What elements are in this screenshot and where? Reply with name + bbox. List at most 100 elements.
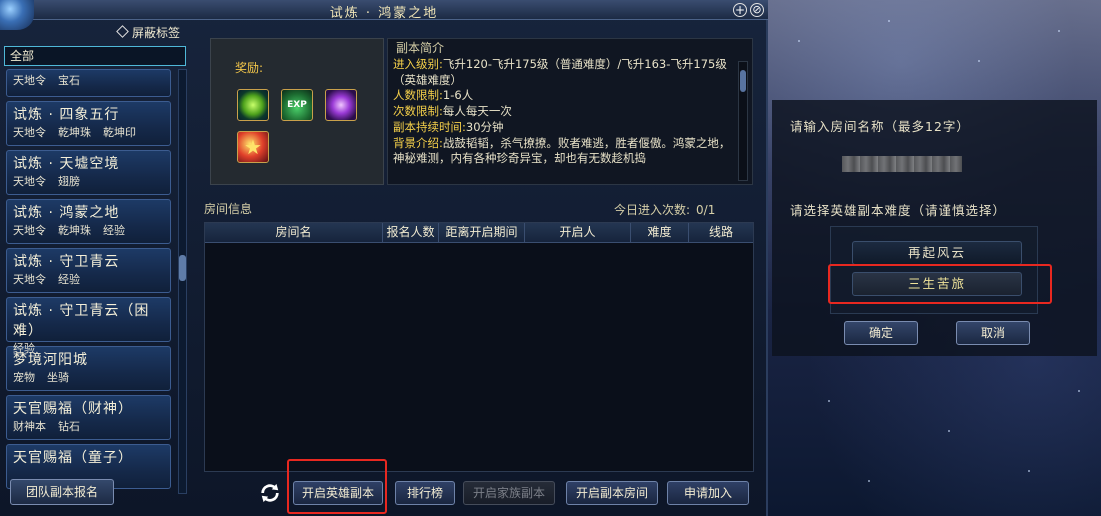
purple-orb-icon[interactable] xyxy=(325,89,357,121)
green-orb-icon[interactable] xyxy=(237,89,269,121)
intro-line: 进入级别:飞升120-飞升175级（普通难度）/飞升163-飞升175级（英雄难… xyxy=(393,57,733,88)
dungeon-name: 天官赐福（童子） xyxy=(13,450,133,466)
room-name-input[interactable] xyxy=(842,152,1027,176)
dungeon-name: 梦境河阳城 xyxy=(13,352,88,368)
rooms-table: 房间名 报名人数 距离开启期间 开启人 难度 线路 xyxy=(204,222,754,472)
dungeon-tag: 宠物 xyxy=(13,371,35,384)
intro-body: 进入级别:飞升120-飞升175级（普通难度）/飞升163-飞升175级（英雄难… xyxy=(393,57,733,185)
intro-line: 背景介绍:战鼓韬韬，杀气撩撩。败者难逃，胜者偃傲。鸿蒙之地，神秘难测，内有各种珍… xyxy=(393,136,733,167)
exp-icon[interactable]: EXP xyxy=(281,89,313,121)
open-dungeon-room-button[interactable]: 开启副本房间 xyxy=(566,481,658,505)
dungeon-intro-panel: 副本简介 进入级别:飞升120-飞升175级（普通难度）/飞升163-飞升175… xyxy=(387,38,753,185)
team-signup-button[interactable]: 团队副本报名 xyxy=(10,479,114,505)
dungeon-item-caishen[interactable]: 天官赐福（财神） 财神本 钻石 xyxy=(6,395,171,440)
dungeon-tag: 天地令 xyxy=(13,224,46,237)
intro-text: 每人每天一次 xyxy=(442,104,512,119)
hide-tabs-label: 屏蔽标签 xyxy=(132,26,181,40)
dungeon-window: 试炼 · 鸿蒙之地 + ⊘ 屏蔽标签 全部 天地令 宝石 试炼 · 四象五行 天地… xyxy=(0,0,768,516)
dungeon-tag: 天地令 xyxy=(13,175,46,188)
dungeon-item[interactable]: 天地令 宝石 xyxy=(6,69,171,97)
window-title: 试炼 · 鸿蒙之地 xyxy=(329,6,439,21)
rewards-panel: 奖励: EXP ★ xyxy=(210,38,384,185)
intro-label: 副本持续时间: xyxy=(393,119,466,134)
intro-text: 战鼓韬韬，杀气撩撩。败者难逃，胜者偃傲。鸿蒙之地，神秘难测，内有各种珍奇异宝，却… xyxy=(393,135,731,166)
intro-label: 人数限制: xyxy=(393,88,443,103)
dungeon-item-heyang[interactable]: 梦境河阳城 宠物 坐骑 xyxy=(6,346,171,391)
intro-line: 次数限制:每人每天一次 xyxy=(393,104,733,120)
entries-value: 0/1 xyxy=(696,203,716,217)
rooms-table-header: 房间名 报名人数 距离开启期间 开启人 难度 线路 xyxy=(205,223,753,243)
column-difficulty[interactable]: 难度 xyxy=(631,223,689,242)
intro-scrollbar[interactable] xyxy=(738,61,748,181)
rooms-heading: 房间信息 xyxy=(204,202,253,216)
difficulty-prompt: 请选择英雄副本难度（请谨慎选择） xyxy=(790,203,1007,218)
refresh-icon[interactable] xyxy=(259,482,281,504)
dungeon-item-shouwei[interactable]: 试炼 · 守卫青云 天地令 经验 xyxy=(6,248,171,293)
intro-label: 次数限制: xyxy=(393,104,443,119)
difficulty-option-zaiqi[interactable]: 再起风云 xyxy=(852,241,1022,265)
apply-join-button[interactable]: 申请加入 xyxy=(667,481,749,505)
create-room-dialog: 请输入房间名称（最多12字） 请选择英雄副本难度（请谨慎选择） 确定 取消 xyxy=(772,100,1097,356)
intro-label: 进入级别: xyxy=(393,57,443,71)
dungeon-tag: 翅膀 xyxy=(58,175,80,188)
dungeon-tag: 乾坤珠 xyxy=(58,126,91,139)
intro-text: 30分钟 xyxy=(465,119,504,134)
dungeon-tag: 经验 xyxy=(58,273,80,286)
difficulty-options-box xyxy=(830,226,1038,314)
plus-icon[interactable]: + xyxy=(733,3,747,17)
entries-label: 今日进入次数: xyxy=(614,203,691,217)
dungeon-tag: 乾坤印 xyxy=(103,126,136,139)
dungeon-list-scrollbar[interactable] xyxy=(178,69,187,494)
intro-label: 背景介绍: xyxy=(393,135,443,150)
dungeon-tag: 乾坤珠 xyxy=(58,224,91,237)
dungeon-tag: 天地令 xyxy=(13,126,46,139)
scrollbar-thumb[interactable] xyxy=(740,70,746,92)
column-room-name[interactable]: 房间名 xyxy=(205,223,383,242)
dungeon-tag: 宝石 xyxy=(58,74,80,87)
dungeon-name: 天官赐福（财神） xyxy=(13,401,133,417)
dungeon-item-sixiang[interactable]: 试炼 · 四象五行 天地令 乾坤珠 乾坤印 xyxy=(6,101,171,146)
dungeon-tag: 天地令 xyxy=(13,273,46,286)
open-family-dungeon-button[interactable]: 开启家族副本 xyxy=(463,481,555,505)
intro-line: 人数限制:1-6人 xyxy=(393,88,733,104)
intro-heading: 副本简介 xyxy=(396,41,445,55)
red-star-icon[interactable]: ★ xyxy=(237,131,269,163)
dungeon-tags: 天地令 宝石 xyxy=(13,73,164,89)
difficulty-option-sansheng[interactable]: 三生苦旅 xyxy=(852,272,1022,296)
dungeon-tags: 财神本 钻石 xyxy=(13,419,164,435)
scrollbar-thumb[interactable] xyxy=(179,255,186,281)
intro-text: 飞升120-飞升175级（普通难度）/飞升163-飞升175级（英雄难度） xyxy=(393,57,727,87)
leaderboard-button[interactable]: 排行榜 xyxy=(395,481,455,505)
intro-line: 副本持续时间:30分钟 xyxy=(393,120,733,136)
dungeon-tag: 经验 xyxy=(103,224,125,237)
dungeon-tags: 天地令 乾坤珠 经验 xyxy=(13,223,164,239)
dungeon-tag: 钻石 xyxy=(58,420,80,433)
dungeon-name: 试炼 · 四象五行 xyxy=(13,107,120,123)
dungeon-tags: 天地令 经验 xyxy=(13,272,164,288)
dungeon-tags: 天地令 乾坤珠 乾坤印 xyxy=(13,125,164,141)
title-bar: 试炼 · 鸿蒙之地 + ⊘ xyxy=(0,0,768,21)
dungeon-name: 试炼 · 鸿蒙之地 xyxy=(13,205,120,221)
column-host[interactable]: 开启人 xyxy=(525,223,631,242)
cancel-button[interactable]: 取消 xyxy=(956,321,1030,345)
rewards-label: 奖励: xyxy=(235,61,264,75)
no-entry-icon[interactable]: ⊘ xyxy=(750,3,764,17)
open-hero-dungeon-button[interactable]: 开启英雄副本 xyxy=(293,481,383,505)
dungeon-name: 试炼 · 守卫青云（困难） xyxy=(13,303,150,339)
column-signups[interactable]: 报名人数 xyxy=(383,223,439,242)
column-time-to-open[interactable]: 距离开启期间 xyxy=(439,223,525,242)
dungeon-item-shouwei-hard[interactable]: 试炼 · 守卫青云（困难） 经验 xyxy=(6,297,171,355)
dungeon-name: 试炼 · 天墟空境 xyxy=(13,156,120,172)
dungeon-item-tianxu[interactable]: 试炼 · 天墟空境 天地令 翅膀 xyxy=(6,150,171,195)
dungeon-tags: 天地令 翅膀 xyxy=(13,174,164,190)
dungeon-tag: 天地令 xyxy=(13,74,46,87)
entries-today: 今日进入次数: 0/1 xyxy=(614,201,715,218)
dungeon-name: 试炼 · 守卫青云 xyxy=(13,254,120,270)
checkbox-diamond-icon[interactable] xyxy=(116,25,129,38)
hide-tabs-toggle[interactable]: 屏蔽标签 xyxy=(116,24,181,41)
category-filter-select[interactable]: 全部 xyxy=(4,46,186,66)
confirm-button[interactable]: 确定 xyxy=(844,321,918,345)
dungeon-sidebar: 屏蔽标签 全部 天地令 宝石 试炼 · 四象五行 天地令 乾坤珠 乾坤印 试炼 · 天… xyxy=(0,20,195,516)
column-server-line[interactable]: 线路 xyxy=(689,223,753,242)
dungeon-item-hongmeng[interactable]: 试炼 · 鸿蒙之地 天地令 乾坤珠 经验 xyxy=(6,199,171,244)
